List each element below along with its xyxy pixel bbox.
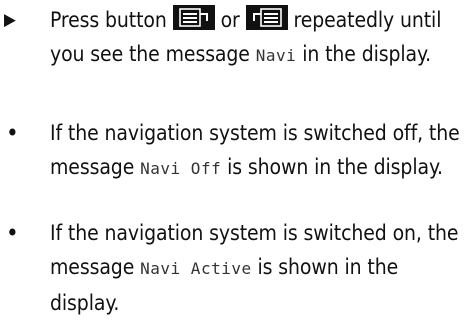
display-message-navi-off: Navi Off (140, 159, 222, 178)
bullet-text-off: If the navigation system is switched off… (50, 116, 462, 186)
step-arrow-icon: ▶ (4, 10, 16, 30)
step-text-1: Press button (50, 8, 167, 32)
bullet-text-off-2: is shown in the display. (227, 155, 443, 179)
display-message-navi-active: Navi Active (140, 259, 252, 278)
step-text: Press button or repeatedly until you see… (50, 3, 462, 73)
instruction-page: ▶ Press button or repeatedly until you s… (0, 0, 466, 318)
step-text-2: or (220, 8, 240, 32)
bullet-icon: • (6, 219, 19, 247)
step-text-4: in the display. (302, 42, 432, 66)
bullet-icon: • (6, 119, 19, 147)
bullet-text-on: If the navigation system is switched on,… (50, 216, 462, 320)
display-message-navi: Navi (255, 46, 297, 65)
display-button-left-icon (172, 5, 215, 30)
display-button-right-icon (245, 5, 288, 30)
